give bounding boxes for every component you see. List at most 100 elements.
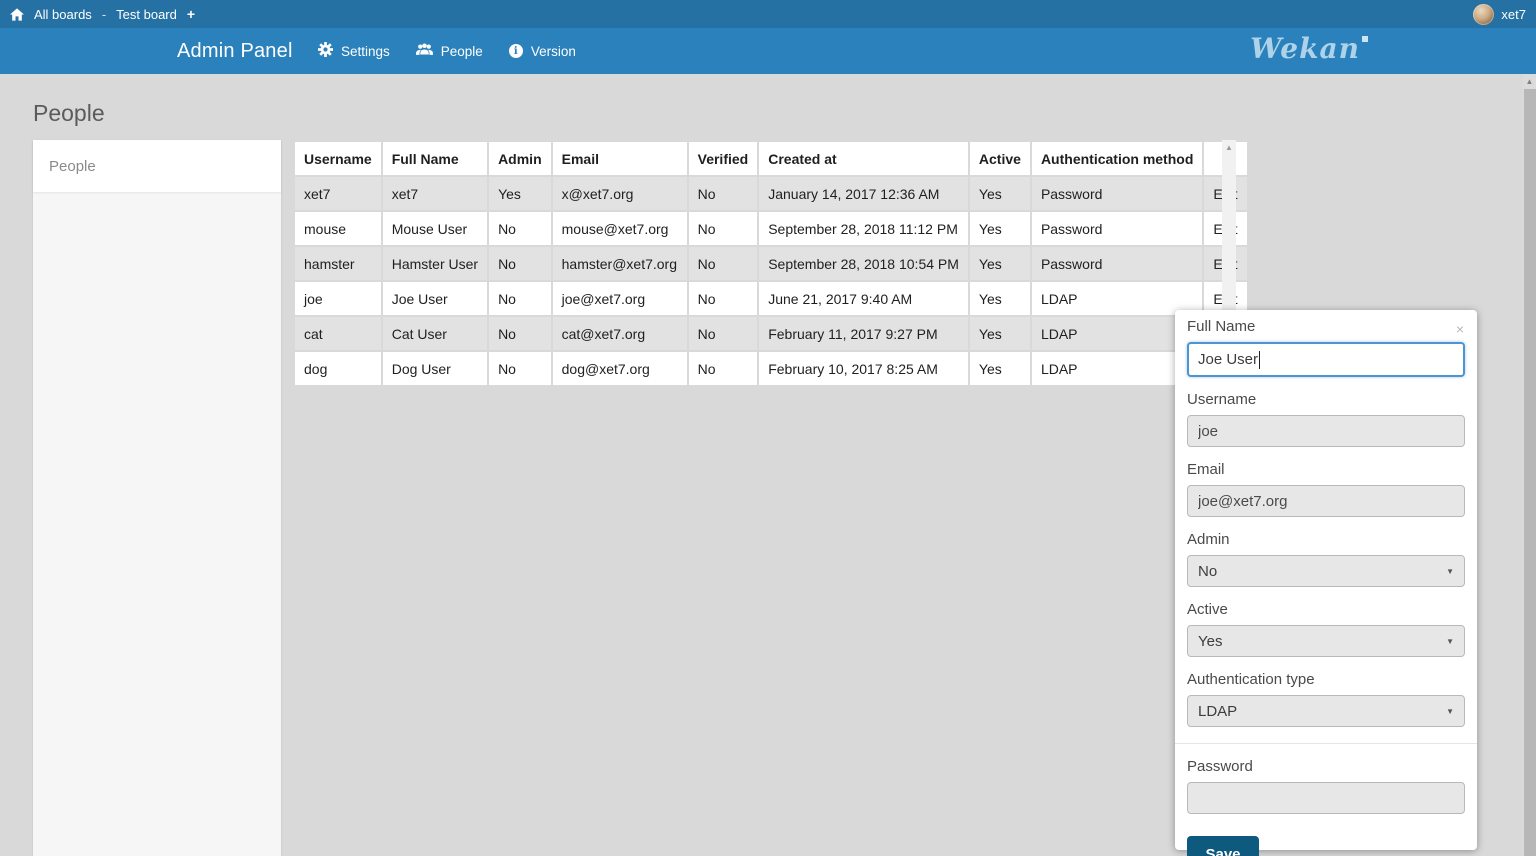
table-cell: hamster — [295, 247, 381, 280]
column-header: Active — [970, 142, 1030, 175]
chevron-down-icon: ▼ — [1446, 637, 1454, 646]
table-cell: dog@xet7.org — [553, 352, 687, 385]
full-name-label: Full Name — [1187, 318, 1465, 335]
admin-sidebar: People — [33, 140, 281, 856]
full-name-input[interactable]: Joe User — [1187, 342, 1465, 377]
table-cell: Hamster User — [383, 247, 487, 280]
column-header: Username — [295, 142, 381, 175]
column-header: Full Name — [383, 142, 487, 175]
wekan-logo: Wekan — [1250, 32, 1368, 65]
table-row: joeJoe UserNojoe@xet7.orgNoJune 21, 2017… — [295, 282, 1247, 315]
nav-settings[interactable]: Settings — [318, 42, 390, 60]
table-cell: mouse@xet7.org — [553, 212, 687, 245]
active-label: Active — [1187, 601, 1465, 618]
page-scrollbar[interactable]: ▲ — [1523, 74, 1536, 856]
avatar[interactable] — [1473, 4, 1494, 25]
table-cell: x@xet7.org — [553, 177, 687, 210]
table-row: hamsterHamster UserNohamster@xet7.orgNoS… — [295, 247, 1247, 280]
admin-nav: Settings People — [318, 28, 576, 74]
admin-select[interactable]: No ▼ — [1187, 555, 1465, 587]
auth-type-select[interactable]: LDAP ▼ — [1187, 695, 1465, 727]
table-cell: Yes — [489, 177, 551, 210]
text-caret — [1259, 351, 1260, 369]
nav-settings-label: Settings — [341, 44, 390, 59]
table-cell: No — [489, 247, 551, 280]
table-cell: No — [689, 317, 758, 350]
table-cell: Yes — [970, 212, 1030, 245]
table-cell: Yes — [970, 177, 1030, 210]
table-row: mouseMouse UserNomouse@xet7.orgNoSeptemb… — [295, 212, 1247, 245]
table-cell: June 21, 2017 9:40 AM — [759, 282, 968, 315]
top-bar: All boards - Test board + xet7 — [0, 0, 1536, 28]
breadcrumb-board[interactable]: Test board — [116, 7, 177, 22]
home-icon[interactable] — [10, 8, 24, 21]
scroll-up-icon[interactable]: ▲ — [1222, 140, 1236, 154]
sidebar-item-label: People — [49, 158, 96, 175]
table-cell: No — [489, 282, 551, 315]
password-input[interactable] — [1187, 782, 1465, 814]
full-name-value: Joe User — [1198, 351, 1258, 368]
table-cell: Joe User — [383, 282, 487, 315]
table-cell: joe@xet7.org — [553, 282, 687, 315]
table-cell: xet7 — [383, 177, 487, 210]
table-cell: Yes — [970, 282, 1030, 315]
nav-people[interactable]: People — [416, 43, 483, 59]
username-input[interactable] — [1187, 415, 1465, 447]
people-table: UsernameFull NameAdminEmailVerifiedCreat… — [293, 140, 1249, 387]
admin-header-bar: Admin Panel Settings — [0, 28, 1536, 74]
table-cell: dog — [295, 352, 381, 385]
sidebar-item-people[interactable]: People — [33, 140, 281, 192]
auth-type-label: Authentication type — [1187, 671, 1465, 688]
username-label: Username — [1187, 391, 1465, 408]
table-cell: February 10, 2017 8:25 AM — [759, 352, 968, 385]
email-label: Email — [1187, 461, 1465, 478]
chevron-down-icon: ▼ — [1446, 707, 1454, 716]
nav-people-label: People — [441, 44, 483, 59]
table-cell: February 11, 2017 9:27 PM — [759, 317, 968, 350]
user-menu[interactable]: xet7 — [1473, 4, 1536, 25]
table-cell: No — [689, 282, 758, 315]
app-root: All boards - Test board + xet7 Admin Pan… — [0, 0, 1536, 856]
save-button[interactable]: Save — [1187, 836, 1259, 856]
scrollbar-thumb[interactable] — [1524, 89, 1536, 856]
breadcrumb: All boards - Test board + — [0, 6, 195, 22]
table-cell: xet7 — [295, 177, 381, 210]
table-cell: No — [689, 247, 758, 280]
edit-user-popup: × Full Name Joe User Username Email Admi… — [1175, 310, 1477, 850]
auth-type-select-value: LDAP — [1198, 703, 1237, 720]
table-cell: No — [489, 352, 551, 385]
breadcrumb-all-boards[interactable]: All boards — [34, 7, 92, 22]
table-row: dogDog UserNodog@xet7.orgNoFebruary 10, … — [295, 352, 1247, 385]
table-row: catCat UserNocat@xet7.orgNoFebruary 11, … — [295, 317, 1247, 350]
people-table-wrap: UsernameFull NameAdminEmailVerifiedCreat… — [293, 140, 1249, 387]
table-cell: cat@xet7.org — [553, 317, 687, 350]
popup-divider — [1175, 743, 1477, 744]
table-cell: mouse — [295, 212, 381, 245]
table-cell: Cat User — [383, 317, 487, 350]
active-select[interactable]: Yes ▼ — [1187, 625, 1465, 657]
scroll-up-icon[interactable]: ▲ — [1523, 74, 1536, 88]
table-cell: Password — [1032, 247, 1202, 280]
table-cell: Yes — [970, 247, 1030, 280]
info-icon: i — [509, 44, 523, 58]
page-title: People — [33, 100, 105, 127]
table-cell: No — [489, 317, 551, 350]
nav-version-label: Version — [531, 44, 576, 59]
column-header: Admin — [489, 142, 551, 175]
table-cell: Dog User — [383, 352, 487, 385]
close-icon[interactable]: × — [1456, 324, 1464, 334]
table-row: xet7xet7Yesx@xet7.orgNoJanuary 14, 2017 … — [295, 177, 1247, 210]
people-icon — [416, 43, 433, 59]
column-header: Verified — [689, 142, 758, 175]
table-cell: Yes — [970, 352, 1030, 385]
add-board-icon[interactable]: + — [187, 6, 195, 22]
gear-icon — [318, 42, 333, 60]
table-cell: September 28, 2018 10:54 PM — [759, 247, 968, 280]
password-label: Password — [1187, 758, 1465, 775]
email-input[interactable] — [1187, 485, 1465, 517]
table-cell: January 14, 2017 12:36 AM — [759, 177, 968, 210]
active-select-value: Yes — [1198, 633, 1222, 650]
nav-version[interactable]: i Version — [509, 44, 576, 59]
table-cell: Yes — [970, 317, 1030, 350]
column-header: Created at — [759, 142, 968, 175]
